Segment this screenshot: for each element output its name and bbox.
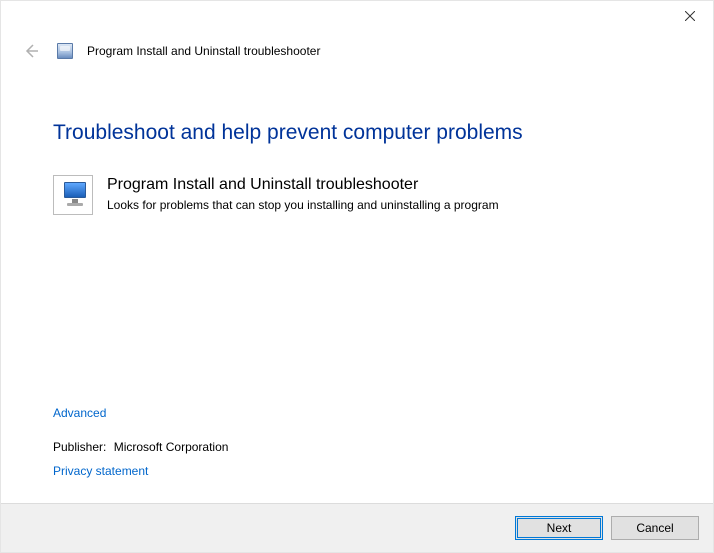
titlebar — [1, 1, 713, 33]
close-button[interactable] — [667, 1, 713, 31]
cancel-button[interactable]: Cancel — [611, 516, 699, 540]
close-icon — [685, 11, 695, 21]
header-app-icon — [57, 43, 73, 59]
troubleshooter-description: Looks for problems that can stop you ins… — [107, 198, 499, 212]
troubleshooter-item: Program Install and Uninstall troublesho… — [53, 175, 683, 215]
troubleshooter-monitor-icon — [53, 175, 93, 215]
troubleshooter-text: Program Install and Uninstall troublesho… — [107, 175, 499, 212]
advanced-link[interactable]: Advanced — [53, 406, 106, 420]
publisher-value: Microsoft Corporation — [114, 440, 229, 454]
header-title: Program Install and Uninstall troublesho… — [87, 44, 320, 58]
back-button — [19, 39, 43, 63]
back-arrow-icon — [22, 42, 40, 60]
publisher-row: Publisher: Microsoft Corporation — [53, 440, 228, 454]
content-area: Troubleshoot and help prevent computer p… — [53, 101, 683, 494]
next-button[interactable]: Next — [515, 516, 603, 540]
main-heading: Troubleshoot and help prevent computer p… — [53, 121, 683, 145]
privacy-statement-link[interactable]: Privacy statement — [53, 464, 148, 478]
header-row: Program Install and Uninstall troublesho… — [1, 33, 713, 69]
troubleshooter-wizard-window: Program Install and Uninstall troublesho… — [0, 0, 714, 553]
footer-button-bar: Next Cancel — [1, 503, 713, 552]
publisher-label: Publisher: — [53, 440, 106, 454]
troubleshooter-title: Program Install and Uninstall troublesho… — [107, 175, 499, 196]
